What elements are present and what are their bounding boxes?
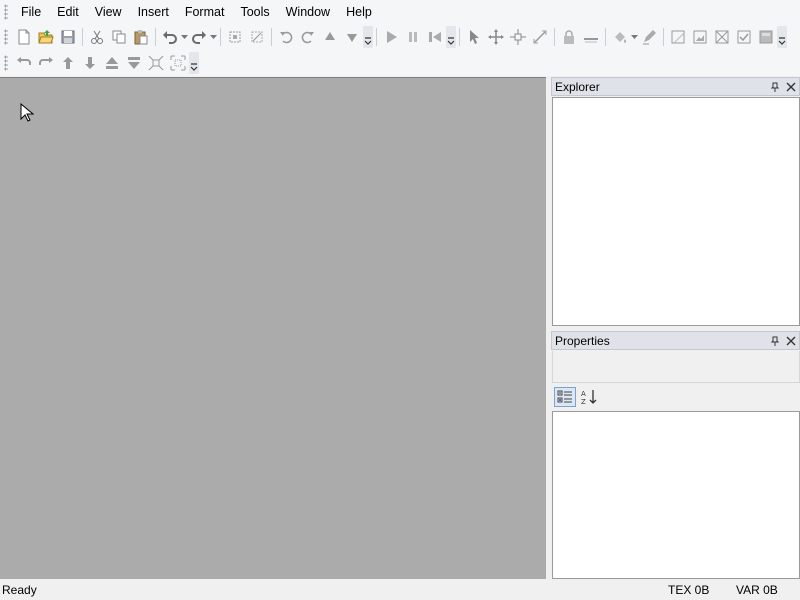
- arrow-forward-icon[interactable]: [35, 52, 57, 74]
- rotate-right-icon[interactable]: [297, 26, 319, 48]
- canvas-area[interactable]: [0, 77, 546, 579]
- lock-icon[interactable]: [558, 26, 580, 48]
- redo-icon[interactable]: [188, 26, 210, 48]
- var-memory-indicator: VAR 0B: [736, 583, 778, 597]
- close-icon[interactable]: [783, 79, 799, 95]
- menu-insert[interactable]: Insert: [130, 3, 177, 21]
- bring-to-front-icon[interactable]: [101, 52, 123, 74]
- status-bar: Ready TEX 0B VAR 0B: [0, 580, 800, 600]
- cross-frame-icon[interactable]: [711, 26, 733, 48]
- send-to-back-icon[interactable]: [123, 52, 145, 74]
- toolbar-separator: [663, 28, 664, 46]
- menu-tools[interactable]: Tools: [232, 3, 277, 21]
- explorer-title: Explorer: [555, 79, 600, 94]
- properties-toolbar: AZ: [552, 385, 602, 409]
- arrow-back-icon[interactable]: [13, 52, 35, 74]
- move-up-icon[interactable]: [319, 26, 341, 48]
- ground-icon[interactable]: [580, 26, 602, 48]
- menu-window[interactable]: Window: [278, 3, 338, 21]
- copy-icon[interactable]: [108, 26, 130, 48]
- scale-icon[interactable]: [529, 26, 551, 48]
- mouse-cursor-icon: [20, 103, 34, 122]
- explorer-tree[interactable]: [552, 97, 800, 326]
- toolbar-separator: [155, 28, 156, 46]
- move-icon[interactable]: [485, 26, 507, 48]
- fill-color-icon[interactable]: [609, 26, 631, 48]
- toolbar-grip[interactable]: [4, 29, 8, 45]
- arrow-down-icon[interactable]: [79, 52, 101, 74]
- pin-icon[interactable]: [767, 333, 783, 349]
- arrow-up-icon[interactable]: [57, 52, 79, 74]
- toolbar-overflow-icon[interactable]: [446, 26, 456, 48]
- pause-icon[interactable]: [402, 26, 424, 48]
- new-file-icon[interactable]: [13, 26, 35, 48]
- toolbar-separator: [554, 28, 555, 46]
- menu-bar: File Edit View Insert Format Tools Windo…: [0, 0, 800, 24]
- redo-dropdown-icon[interactable]: [210, 29, 217, 45]
- paste-icon[interactable]: [130, 26, 152, 48]
- toolbar-separator: [82, 28, 83, 46]
- select-all-icon[interactable]: [224, 26, 246, 48]
- sort-alphabetical-icon[interactable]: AZ: [578, 387, 600, 407]
- shrink-icon[interactable]: [145, 52, 167, 74]
- explorer-header: Explorer: [551, 77, 800, 96]
- tex-memory-indicator: TEX 0B: [668, 583, 710, 597]
- toolbar-separator: [220, 28, 221, 46]
- svg-text:Z: Z: [581, 398, 586, 405]
- toolbar-overflow-icon[interactable]: [363, 26, 373, 48]
- toolbar-separator: [271, 28, 272, 46]
- grid-frame-icon[interactable]: [755, 26, 777, 48]
- toolbar-separator: [376, 28, 377, 46]
- save-icon[interactable]: [57, 26, 79, 48]
- properties-header: Properties: [551, 331, 800, 350]
- toolbar-grip[interactable]: [4, 55, 8, 71]
- image-frame-icon[interactable]: [689, 26, 711, 48]
- menu-edit[interactable]: Edit: [49, 3, 87, 21]
- secondary-toolbar: [0, 50, 800, 76]
- property-grid[interactable]: [552, 411, 800, 579]
- play-icon[interactable]: [380, 26, 402, 48]
- undo-icon[interactable]: [159, 26, 181, 48]
- pointer-icon[interactable]: [463, 26, 485, 48]
- expand-icon[interactable]: [167, 52, 189, 74]
- check-frame-icon[interactable]: [733, 26, 755, 48]
- status-text: Ready: [2, 583, 37, 597]
- open-folder-icon[interactable]: [35, 26, 57, 48]
- move-down-icon[interactable]: [341, 26, 363, 48]
- toolbar-overflow-icon[interactable]: [189, 52, 199, 74]
- pan-icon[interactable]: [507, 26, 529, 48]
- rotate-left-icon[interactable]: [275, 26, 297, 48]
- menu-help[interactable]: Help: [338, 3, 380, 21]
- frame-icon[interactable]: [667, 26, 689, 48]
- pen-icon[interactable]: [638, 26, 660, 48]
- explorer-panel: Explorer: [551, 77, 800, 327]
- menu-file[interactable]: File: [13, 3, 49, 21]
- menu-format[interactable]: Format: [177, 3, 233, 21]
- undo-dropdown-icon[interactable]: [181, 29, 188, 45]
- step-back-icon[interactable]: [424, 26, 446, 48]
- deselect-icon[interactable]: [246, 26, 268, 48]
- main-toolbar: [0, 24, 800, 50]
- close-icon[interactable]: [783, 333, 799, 349]
- svg-text:A: A: [581, 390, 586, 398]
- toolbar-separator: [605, 28, 606, 46]
- object-selector[interactable]: [552, 351, 800, 383]
- toolbar-separator: [459, 28, 460, 46]
- menu-view[interactable]: View: [87, 3, 130, 21]
- menubar-grip[interactable]: [4, 4, 8, 20]
- properties-panel: Properties AZ: [551, 331, 800, 579]
- categorized-icon[interactable]: [554, 387, 576, 407]
- cut-icon[interactable]: [86, 26, 108, 48]
- fill-color-dropdown-icon[interactable]: [631, 29, 638, 45]
- toolbar-overflow-icon[interactable]: [777, 26, 787, 48]
- properties-title: Properties: [555, 333, 610, 348]
- pin-icon[interactable]: [767, 79, 783, 95]
